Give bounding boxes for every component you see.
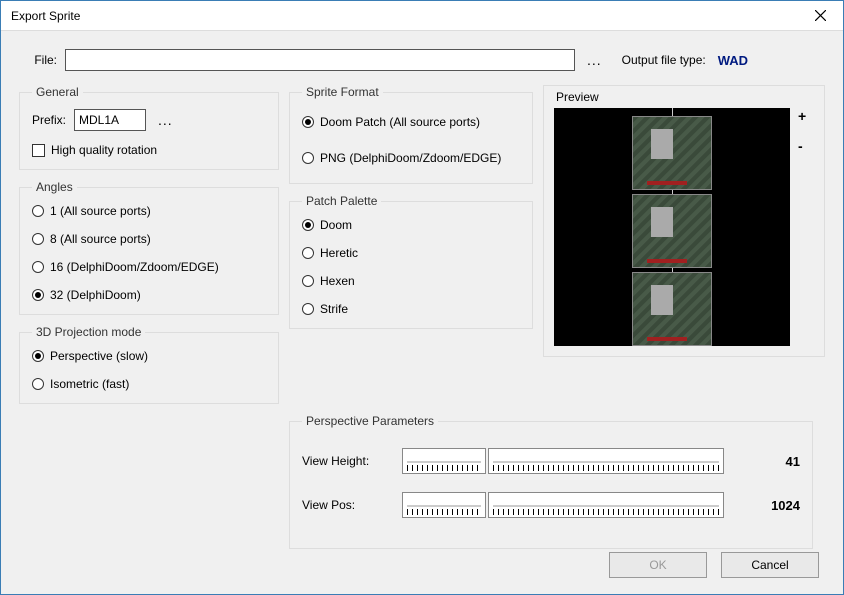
- radio-icon: [302, 247, 314, 259]
- angles-option[interactable]: 16 (DelphiDoom/Zdoom/EDGE): [32, 260, 266, 274]
- perspective-group: Perspective Parameters View Height: 41 V…: [289, 414, 813, 549]
- radio-icon: [302, 275, 314, 287]
- radio-icon: [302, 219, 314, 231]
- projection-group: 3D Projection mode Perspective (slow) Iso…: [19, 325, 279, 404]
- sprite-frame: [632, 116, 712, 190]
- projection-legend: 3D Projection mode: [32, 325, 145, 339]
- palette-option[interactable]: Heretic: [302, 246, 520, 260]
- window-title: Export Sprite: [11, 9, 797, 23]
- palette-option[interactable]: Strife: [302, 302, 520, 316]
- export-sprite-window: Export Sprite File: ... Output file type…: [0, 0, 844, 595]
- close-button[interactable]: [797, 1, 843, 31]
- view-height-label: View Height:: [302, 454, 392, 468]
- radio-icon: [32, 350, 44, 362]
- close-icon: [815, 10, 826, 21]
- preview-legend: Preview: [556, 90, 814, 104]
- sprite-format-option[interactable]: Doom Patch (All source ports): [302, 115, 520, 129]
- palette-label: Strife: [320, 302, 348, 316]
- radio-icon: [302, 116, 314, 128]
- view-height-fine-slider[interactable]: [488, 448, 724, 474]
- perspective-legend: Perspective Parameters: [302, 414, 438, 428]
- angles-group: Angles 1 (All source ports) 8 (All source…: [19, 180, 279, 315]
- file-row: File: ... Output file type: WAD: [19, 49, 825, 71]
- projection-label: Isometric (fast): [50, 377, 129, 391]
- prefix-label: Prefix:: [32, 113, 66, 127]
- sprite-frame: [632, 272, 712, 346]
- sprite-format-option[interactable]: PNG (DelphiDoom/Zdoom/EDGE): [302, 151, 520, 165]
- radio-icon: [32, 378, 44, 390]
- sprite-format-legend: Sprite Format: [302, 85, 383, 99]
- palette-group: Patch Palette Doom Heretic Hexen Strife: [289, 194, 533, 329]
- angles-label: 8 (All source ports): [50, 232, 151, 246]
- view-pos-fine-slider[interactable]: [488, 492, 724, 518]
- palette-option[interactable]: Doom: [302, 218, 520, 232]
- radio-icon: [32, 205, 44, 217]
- sprite-format-label: PNG (DelphiDoom/Zdoom/EDGE): [320, 151, 501, 165]
- palette-label: Doom: [320, 218, 352, 232]
- angles-legend: Angles: [32, 180, 77, 194]
- radio-icon: [32, 233, 44, 245]
- preview-canvas[interactable]: [554, 108, 790, 346]
- projection-option[interactable]: Perspective (slow): [32, 349, 266, 363]
- hq-rotation-checkbox[interactable]: High quality rotation: [32, 143, 266, 157]
- file-browse-button[interactable]: ...: [583, 52, 606, 68]
- general-legend: General: [32, 85, 83, 99]
- angles-label: 32 (DelphiDoom): [50, 288, 141, 302]
- palette-option[interactable]: Hexen: [302, 274, 520, 288]
- sprite-frame: [632, 194, 712, 268]
- general-group: General Prefix: ... High quality rotatio…: [19, 85, 279, 170]
- sprite-format-label: Doom Patch (All source ports): [320, 115, 480, 129]
- view-pos-value: 1024: [754, 498, 800, 513]
- projection-label: Perspective (slow): [50, 349, 148, 363]
- view-height-value: 41: [754, 454, 800, 469]
- prefix-browse-button[interactable]: ...: [154, 112, 177, 128]
- sprite-format-group: Sprite Format Doom Patch (All source por…: [289, 85, 533, 184]
- radio-icon: [32, 261, 44, 273]
- radio-icon: [302, 303, 314, 315]
- view-pos-coarse-slider[interactable]: [402, 492, 486, 518]
- zoom-out-button[interactable]: -: [798, 138, 806, 154]
- palette-label: Heretic: [320, 246, 358, 260]
- cancel-button[interactable]: Cancel: [721, 552, 819, 578]
- prefix-input[interactable]: [74, 109, 146, 131]
- view-pos-label: View Pos:: [302, 498, 392, 512]
- palette-label: Hexen: [320, 274, 355, 288]
- titlebar: Export Sprite: [1, 1, 843, 31]
- angles-option[interactable]: 1 (All source ports): [32, 204, 266, 218]
- radio-icon: [32, 289, 44, 301]
- dialog-body: File: ... Output file type: WAD General …: [1, 31, 843, 594]
- angles-label: 16 (DelphiDoom/Zdoom/EDGE): [50, 260, 219, 274]
- palette-legend: Patch Palette: [302, 194, 381, 208]
- preview-group: Preview + -: [543, 85, 825, 357]
- file-label: File:: [19, 53, 57, 67]
- hq-rotation-label: High quality rotation: [51, 143, 157, 157]
- zoom-in-button[interactable]: +: [798, 108, 806, 124]
- angles-option[interactable]: 8 (All source ports): [32, 232, 266, 246]
- angles-label: 1 (All source ports): [50, 204, 151, 218]
- output-type-label: Output file type:: [622, 53, 706, 67]
- angles-option[interactable]: 32 (DelphiDoom): [32, 288, 266, 302]
- checkbox-icon: [32, 144, 45, 157]
- projection-option[interactable]: Isometric (fast): [32, 377, 266, 391]
- ok-button[interactable]: OK: [609, 552, 707, 578]
- view-height-coarse-slider[interactable]: [402, 448, 486, 474]
- radio-icon: [302, 152, 314, 164]
- file-input[interactable]: [65, 49, 575, 71]
- output-type-value: WAD: [718, 53, 748, 68]
